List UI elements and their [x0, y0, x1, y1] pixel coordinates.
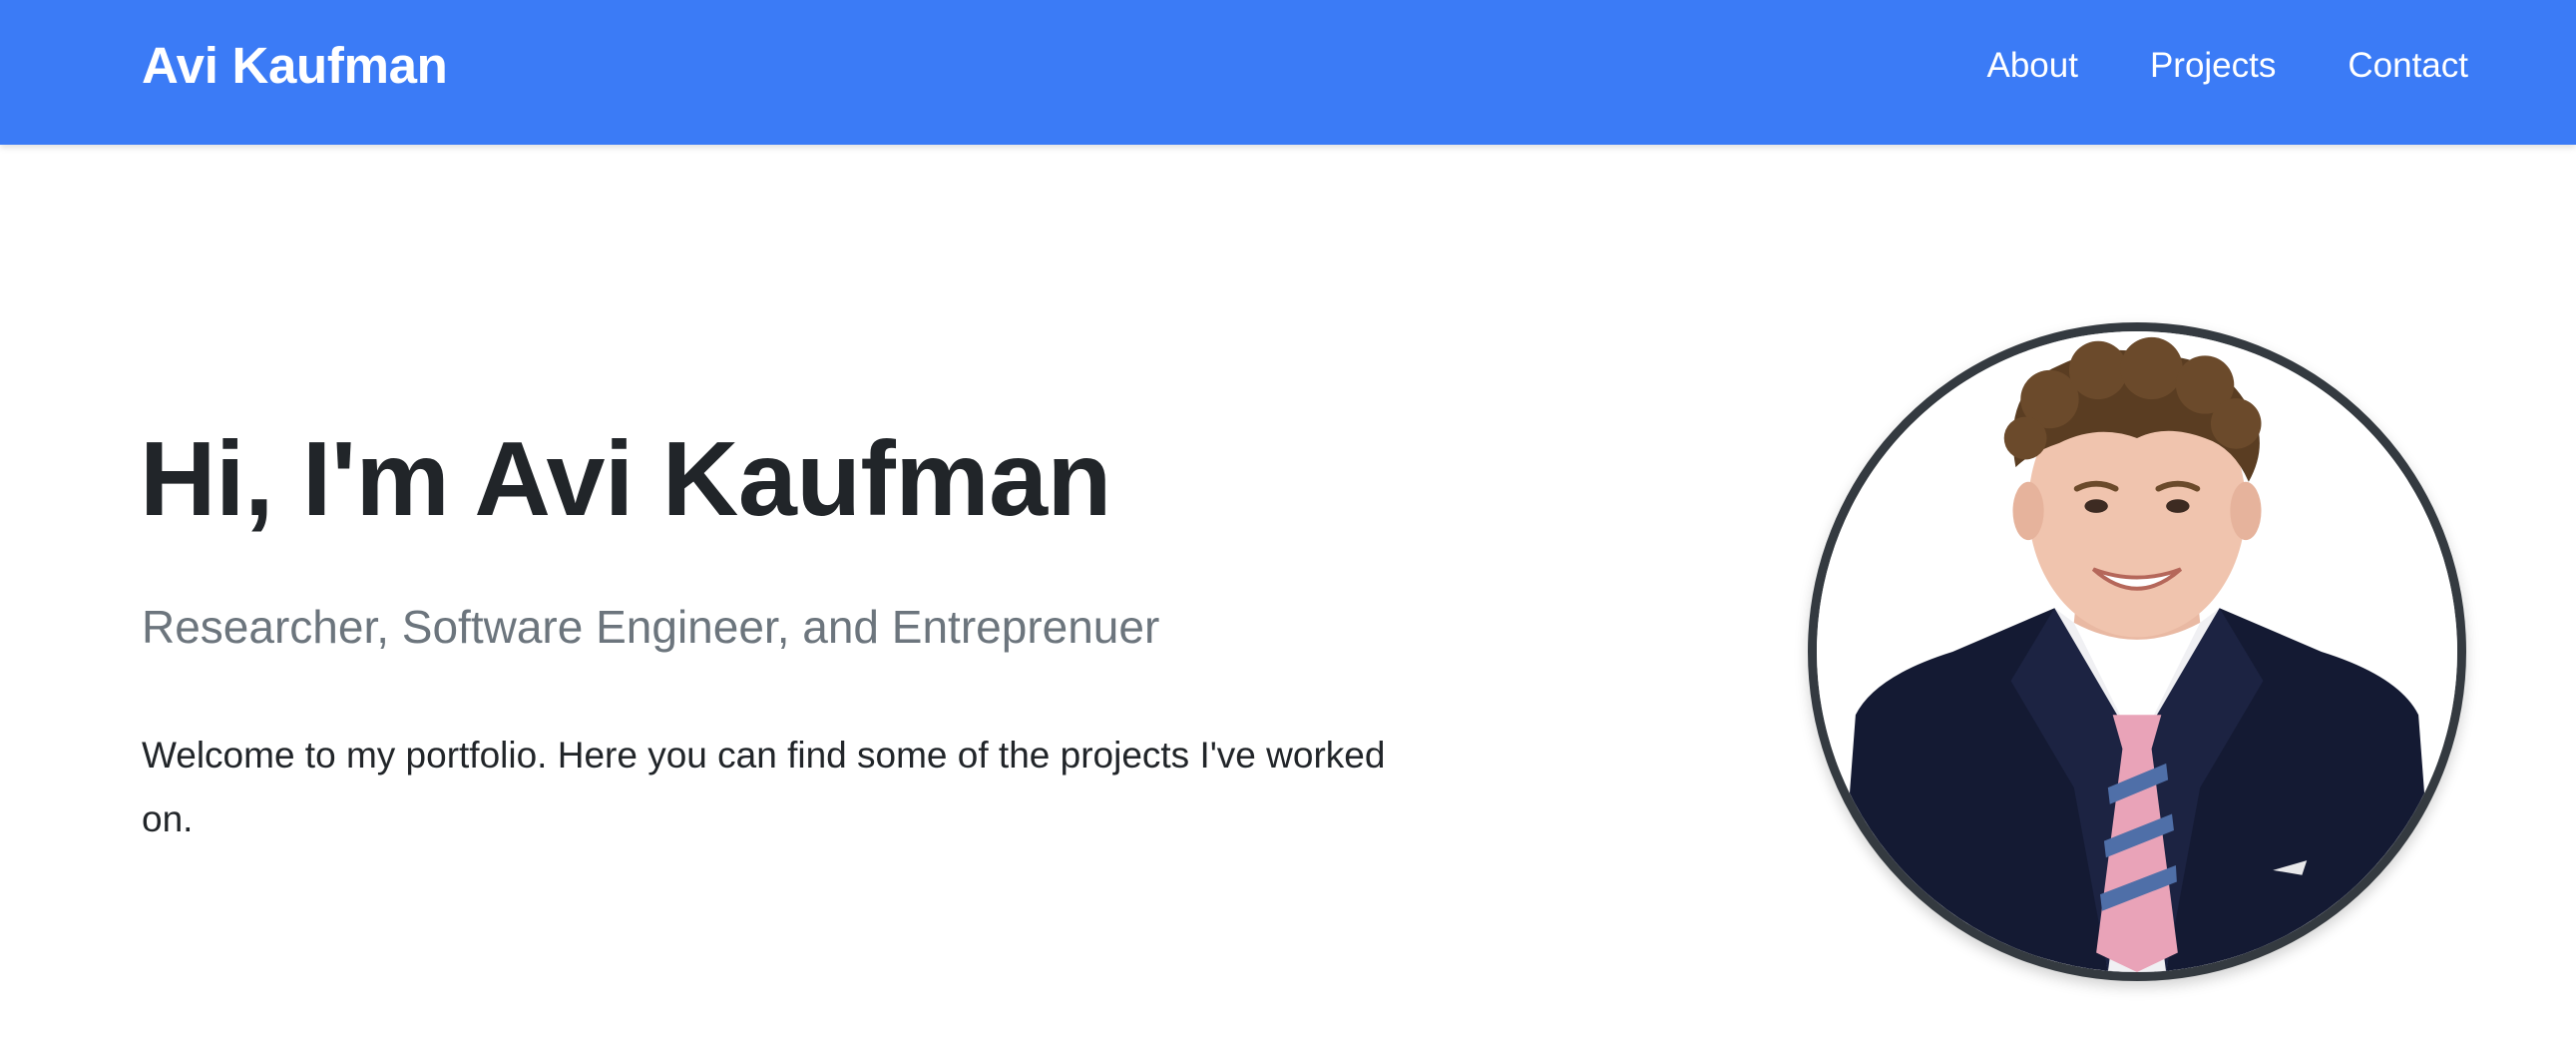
hero-section: Hi, I'm Avi Kaufman Researcher, Software… — [0, 145, 2576, 1040]
hero-title: Hi, I'm Avi Kaufman — [140, 420, 1111, 538]
hero-intro-text: Welcome to my portfolio. Here you can fi… — [142, 735, 1386, 839]
nav-link-contact[interactable]: Contact — [2348, 44, 2468, 88]
nav-link-projects[interactable]: Projects — [2150, 44, 2276, 88]
nav-links: About Projects Contact — [1986, 44, 2468, 88]
nav-link-about[interactable]: About — [1986, 44, 2077, 88]
profile-photo — [1808, 322, 2466, 981]
profile-portrait-illustration — [1817, 331, 2457, 972]
navbar: Avi Kaufman About Projects Contact — [0, 0, 2576, 145]
hero-subtitle: Researcher, Software Engineer, and Entre… — [142, 601, 1160, 653]
brand-link[interactable]: Avi Kaufman — [142, 36, 448, 96]
